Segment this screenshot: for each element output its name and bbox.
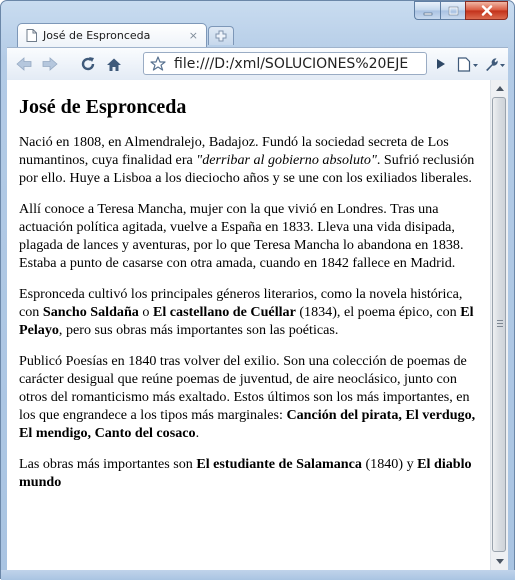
maximize-icon — [448, 1, 459, 20]
text: o — [138, 304, 153, 320]
wrench-menu-button[interactable] — [483, 52, 507, 76]
text: (1840) y — [361, 456, 418, 472]
scroll-up-button[interactable] — [491, 80, 508, 97]
text: , pero sus obras más importantes son las… — [58, 322, 339, 338]
reload-icon — [80, 56, 96, 72]
work-title: El estudiante de Salamanca — [196, 456, 362, 472]
scrollbar-grip — [497, 320, 503, 328]
url-text: file:///D:/xml/SOLUCIONES%20EJE — [174, 55, 409, 72]
toolbar: file:///D:/xml/SOLUCIONES%20EJE — [7, 47, 508, 81]
scroll-down-icon — [495, 559, 504, 564]
text: . — [195, 425, 200, 441]
tab-title: José de Espronceda — [43, 29, 151, 42]
minimize-button[interactable] — [414, 1, 440, 20]
paragraph-life: Allí conoce a Teresa Mancha, mujer con l… — [19, 201, 464, 271]
paragraph-biography: Nació en 1808, en Almendralejo, Badajoz.… — [19, 133, 480, 187]
minimize-icon — [423, 1, 433, 20]
caption-buttons — [414, 1, 508, 21]
tab-active[interactable]: José de Espronceda × — [17, 23, 207, 47]
back-button[interactable] — [13, 52, 35, 76]
browser-window: José de Espronceda × file:///D:/xml/SOLU… — [0, 0, 515, 580]
paragraph-poetry: Publicó Poesías en 1840 tras volver del … — [19, 352, 480, 442]
page-icon — [26, 29, 37, 42]
back-icon — [16, 57, 32, 71]
close-window-button[interactable] — [465, 1, 508, 20]
reload-button[interactable] — [77, 52, 99, 76]
paragraph-genres: Espronceda cultivó los principales géner… — [19, 285, 480, 339]
forward-button[interactable] — [39, 52, 61, 76]
go-icon — [436, 58, 446, 70]
maximize-button[interactable] — [440, 1, 465, 20]
page-menu-button[interactable] — [456, 52, 480, 76]
address-bar[interactable]: file:///D:/xml/SOLUCIONES%20EJE — [143, 52, 427, 75]
scrollbar-thumb[interactable] — [492, 97, 506, 552]
work-title: El castellano de Cuéllar — [152, 304, 296, 320]
forward-icon — [42, 57, 58, 71]
quote: "derribar al gobierno absoluto" — [196, 152, 377, 168]
page-title: José de Espronceda — [19, 96, 187, 118]
new-tab-button[interactable] — [208, 26, 234, 45]
vertical-scrollbar[interactable] — [490, 80, 508, 570]
text: (1834), el poema épico, con — [295, 304, 461, 320]
tab-close-button[interactable]: × — [189, 29, 198, 42]
home-button[interactable] — [103, 52, 125, 76]
page-menu-icon — [457, 56, 479, 72]
close-icon — [481, 1, 493, 20]
bookmark-star-icon[interactable] — [150, 56, 166, 71]
scroll-up-icon — [495, 86, 504, 91]
wrench-icon — [484, 57, 506, 72]
scroll-down-button[interactable] — [491, 553, 508, 570]
go-button[interactable] — [431, 52, 451, 76]
home-icon — [106, 57, 122, 72]
page-content: José de Espronceda Nació en 1808, en Alm… — [7, 80, 490, 570]
text: Las obras más importantes son — [19, 456, 197, 472]
paragraph-major-works: Las obras más importantes son El estudia… — [19, 455, 480, 491]
work-title: Sancho Saldaña — [42, 304, 139, 320]
new-tab-icon — [215, 30, 227, 42]
